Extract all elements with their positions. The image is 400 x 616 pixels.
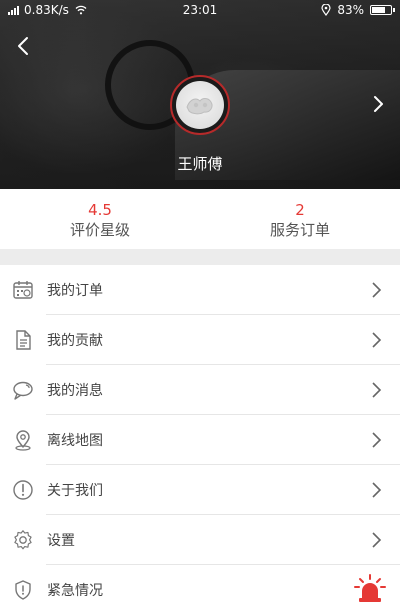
wifi-icon — [75, 5, 87, 15]
driver-name: 王师傅 — [177, 155, 223, 173]
menu-item-label: 设置 — [47, 533, 75, 549]
info-icon — [11, 478, 35, 502]
menu-item-settings[interactable]: 设置 — [0, 515, 400, 565]
chevron-right-icon — [372, 482, 382, 498]
stat-orders[interactable]: 2 服务订单 — [200, 189, 400, 249]
battery-icon — [370, 5, 395, 15]
location-pin-icon — [11, 428, 35, 452]
stats-row: 4.5 评价星级 2 服务订单 — [0, 189, 400, 249]
section-divider — [0, 249, 400, 265]
stat-rating-label: 评价星级 — [69, 221, 130, 239]
stat-rating-value: 4.5 — [88, 201, 112, 219]
menu-item-label: 关于我们 — [47, 483, 103, 499]
menu-item-my-messages[interactable]: 我的消息 — [0, 365, 400, 415]
menu-list: 我的订单 我的贡献 我的消息 离线地图 关于我们 设置 紧急情况 — [0, 265, 400, 615]
network-speed: 0.83K/s — [24, 3, 69, 17]
menu-item-my-orders[interactable]: 我的订单 — [0, 265, 400, 315]
chevron-right-icon — [372, 432, 382, 448]
profile-header: 0.83K/s 23:01 83% 王师傅 — [0, 0, 400, 189]
shield-icon — [11, 578, 35, 602]
menu-item-label: 我的消息 — [47, 383, 103, 399]
menu-item-label: 离线地图 — [47, 433, 103, 449]
chevron-right-icon — [372, 332, 382, 348]
menu-item-emergency[interactable]: 紧急情况 — [0, 565, 400, 615]
avatar-placeholder-icon — [186, 98, 213, 115]
alarm-siren-icon[interactable] — [354, 574, 386, 604]
menu-item-label: 我的订单 — [47, 283, 103, 299]
menu-item-label: 我的贡献 — [47, 333, 103, 349]
stat-rating[interactable]: 4.5 评价星级 — [0, 189, 200, 249]
menu-item-my-contribution[interactable]: 我的贡献 — [0, 315, 400, 365]
menu-item-label: 紧急情况 — [47, 583, 103, 599]
stat-orders-value: 2 — [295, 201, 305, 219]
menu-item-offline-map[interactable]: 离线地图 — [0, 415, 400, 465]
avatar-image — [176, 81, 224, 129]
chevron-right-icon — [372, 532, 382, 548]
document-icon — [11, 328, 35, 352]
back-button[interactable] — [12, 34, 36, 58]
chevron-right-icon — [372, 282, 382, 298]
gear-icon — [11, 528, 35, 552]
calendar-icon — [11, 278, 35, 302]
header-next-button[interactable] — [366, 92, 390, 116]
stat-orders-label: 服务订单 — [269, 221, 330, 239]
avatar[interactable] — [170, 75, 230, 135]
chevron-right-icon — [372, 382, 382, 398]
status-bar: 0.83K/s 23:01 83% — [0, 0, 400, 20]
signal-icon — [8, 5, 20, 15]
location-icon — [321, 4, 331, 16]
menu-item-about-us[interactable]: 关于我们 — [0, 465, 400, 515]
battery-percent: 83% — [337, 3, 364, 17]
chat-bubble-icon — [11, 378, 35, 402]
